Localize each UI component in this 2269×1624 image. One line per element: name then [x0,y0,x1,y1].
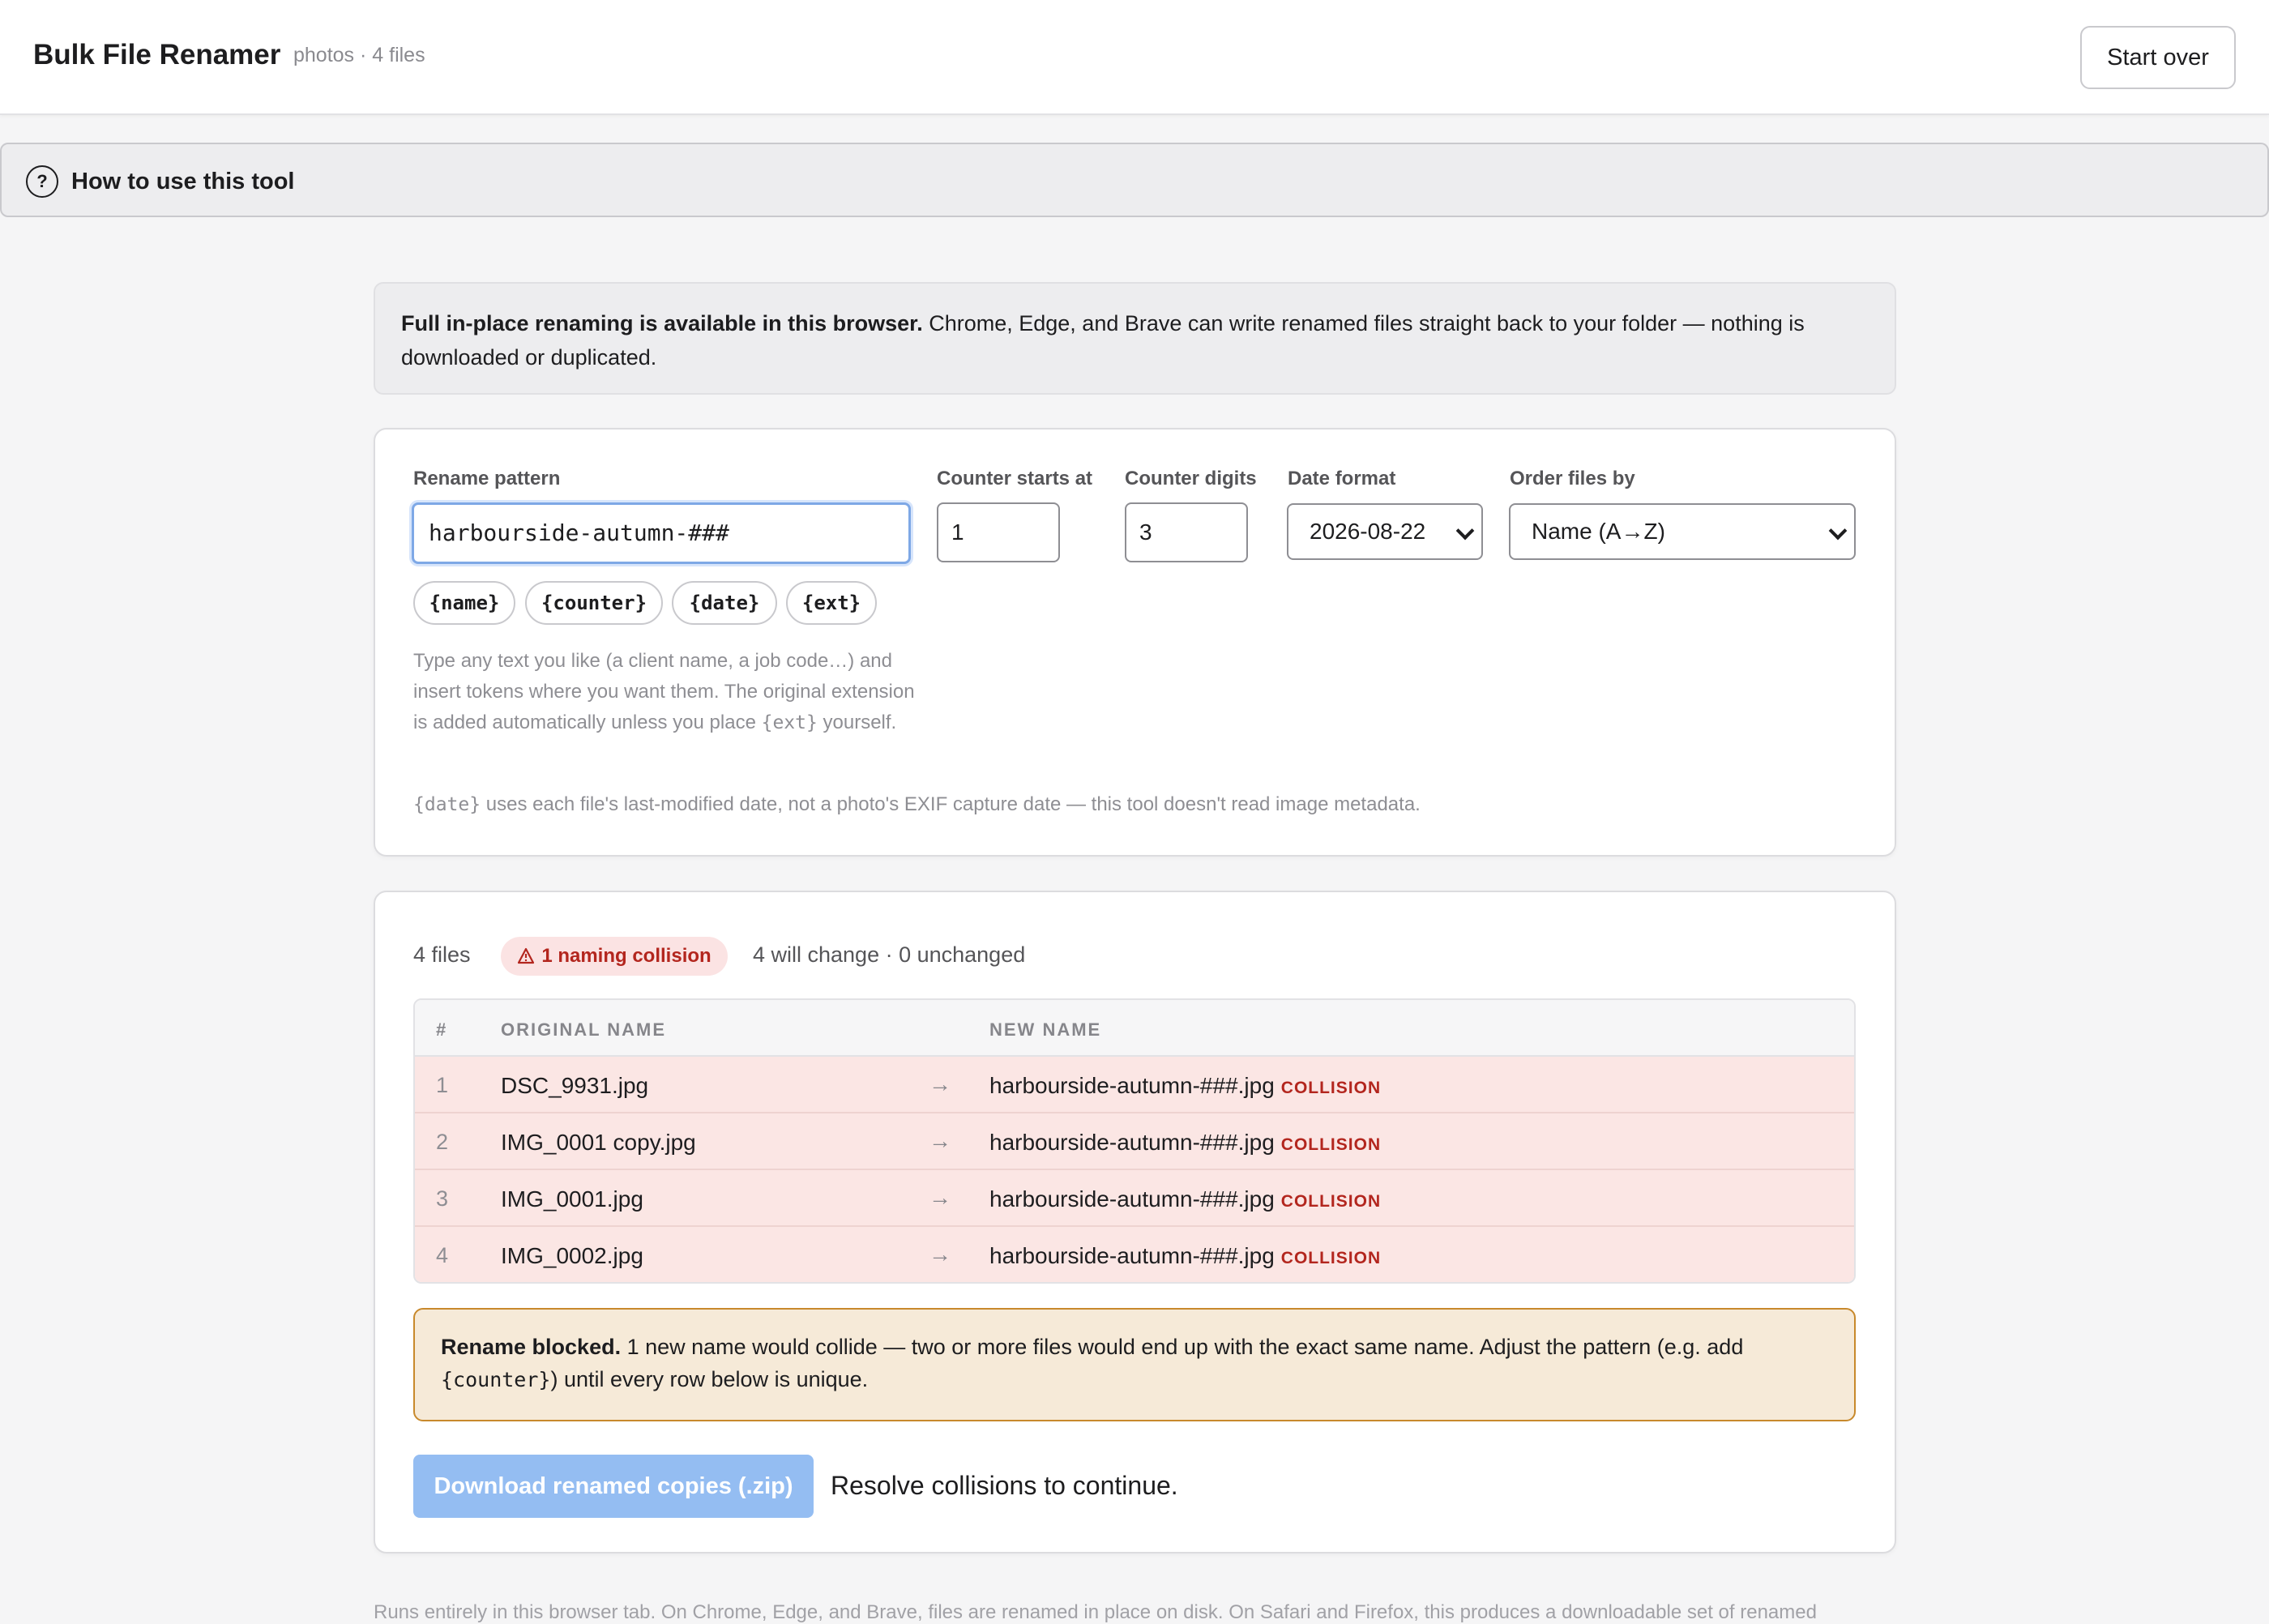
collision-tag: COLLISION [1280,1192,1382,1211]
date-format-label: Date format [1288,468,1396,489]
table-row: 2 IMG_0001 copy.jpg → harbourside-autumn… [415,1113,1854,1170]
counter-digits-input[interactable]: 3 [1125,502,1248,562]
original-name: IMG_0001 copy.jpg [501,1130,696,1155]
blocked-token: {counter} [441,1368,551,1391]
counter-digits-label: Counter digits [1125,468,1257,489]
table-row: 4 IMG_0002.jpg → harbourside-autumn-###.… [415,1227,1854,1282]
column-header-new: NEW NAME [989,1019,1102,1040]
order-files-select[interactable]: Name (A→Z) [1509,503,1856,560]
counter-start-label: Counter starts at [937,468,1093,489]
collision-tag: COLLISION [1280,1079,1382,1097]
resolve-collisions-message: Resolve collisions to continue. [831,1471,1178,1500]
column-header-number: # [436,1019,448,1040]
blocked-text-1: 1 new name would collide — two or more f… [621,1335,1744,1359]
original-name: IMG_0001.jpg [501,1186,643,1212]
token-ext-button[interactable]: {ext} [786,581,877,625]
new-name: harbourside-autumn-###.jpg [989,1130,1275,1155]
table-row: 3 IMG_0001.jpg → harbourside-autumn-###.… [415,1170,1854,1227]
token-date-button[interactable]: {date} [672,581,777,625]
rename-pattern-input[interactable]: harbourside-autumn-### [412,502,911,564]
help-token: {ext} [761,712,818,733]
browser-support-notice: Full in-place renaming is available in t… [374,282,1896,395]
date-format-value: 2026-08-22 [1310,519,1426,544]
table-header: # ORIGINAL NAME NEW NAME [415,1000,1854,1057]
original-name: IMG_0002.jpg [501,1243,643,1268]
row-number: 1 [436,1073,449,1097]
chevron-down-icon [1455,521,1475,541]
arrow-right-icon: → [929,1071,951,1096]
collision-badge: 1 naming collision [501,937,728,976]
arrow-right-icon: → [929,1185,951,1210]
notice-bold: Full in-place renaming is available in t… [401,311,923,335]
rename-preview-table: # ORIGINAL NAME NEW NAME 1 DSC_9931.jpg … [413,998,1856,1284]
arrow-right-icon: → [929,1242,951,1267]
row-number: 4 [436,1243,449,1267]
blocked-bold: Rename blocked. [441,1335,622,1359]
note-text: uses each file's last-modified date, not… [481,793,1421,815]
new-name: harbourside-autumn-###.jpg [989,1243,1275,1268]
help-text-2: yourself. [817,712,897,733]
download-zip-button[interactable]: Download renamed copies (.zip) [413,1455,814,1518]
question-circle-icon: ? [26,165,58,198]
collision-tag: COLLISION [1280,1135,1382,1154]
order-label: Order files by [1510,468,1635,489]
new-name-cell: harbourside-autumn-###.jpg COLLISION [989,1243,1381,1269]
original-name: DSC_9931.jpg [501,1073,649,1098]
token-counter-button[interactable]: {counter} [525,581,663,625]
new-name: harbourside-autumn-###.jpg [989,1073,1275,1098]
rename-blocked-warning: Rename blocked. 1 new name would collide… [413,1308,1856,1421]
file-count: 4 files [413,942,471,967]
pattern-help-text: Type any text you like (a client name, a… [413,646,932,738]
chevron-down-icon [1828,521,1848,541]
change-summary: 4 will change · 0 unchanged [753,942,1026,967]
new-name-cell: harbourside-autumn-###.jpg COLLISION [989,1130,1381,1156]
table-row: 1 DSC_9931.jpg → harbourside-autumn-###.… [415,1057,1854,1113]
app-header: Bulk File Renamer photos · 4 files Start… [0,0,2269,115]
column-header-original: ORIGINAL NAME [501,1019,667,1040]
collision-tag: COLLISION [1280,1249,1382,1267]
row-number: 2 [436,1130,449,1154]
app-title: Bulk File Renamer [33,39,281,71]
counter-start-input[interactable]: 1 [937,502,1060,562]
start-over-button[interactable]: Start over [2080,26,2236,89]
blocked-text-2: ) until every row below is unique. [550,1367,869,1391]
how-to-disclosure[interactable]: ? How to use this tool [0,143,2269,217]
row-number: 3 [436,1186,449,1211]
new-name-cell: harbourside-autumn-###.jpg COLLISION [989,1073,1381,1099]
date-note: {date} uses each file's last-modified da… [413,791,1872,818]
pattern-label: Rename pattern [413,468,561,489]
token-name-button[interactable]: {name} [413,581,515,625]
arrow-right-icon: → [929,1128,951,1153]
note-token: {date} [413,794,481,815]
new-name-cell: harbourside-autumn-###.jpg COLLISION [989,1186,1381,1212]
date-format-select[interactable]: 2026-08-22 [1287,503,1483,560]
folder-summary: photos · 4 files [293,44,425,66]
order-value: Name (A→Z) [1532,519,1665,544]
how-to-label: How to use this tool [71,169,295,194]
collision-badge-label: 1 naming collision [541,945,711,967]
new-name: harbourside-autumn-###.jpg [989,1186,1275,1212]
warning-icon [518,947,535,964]
